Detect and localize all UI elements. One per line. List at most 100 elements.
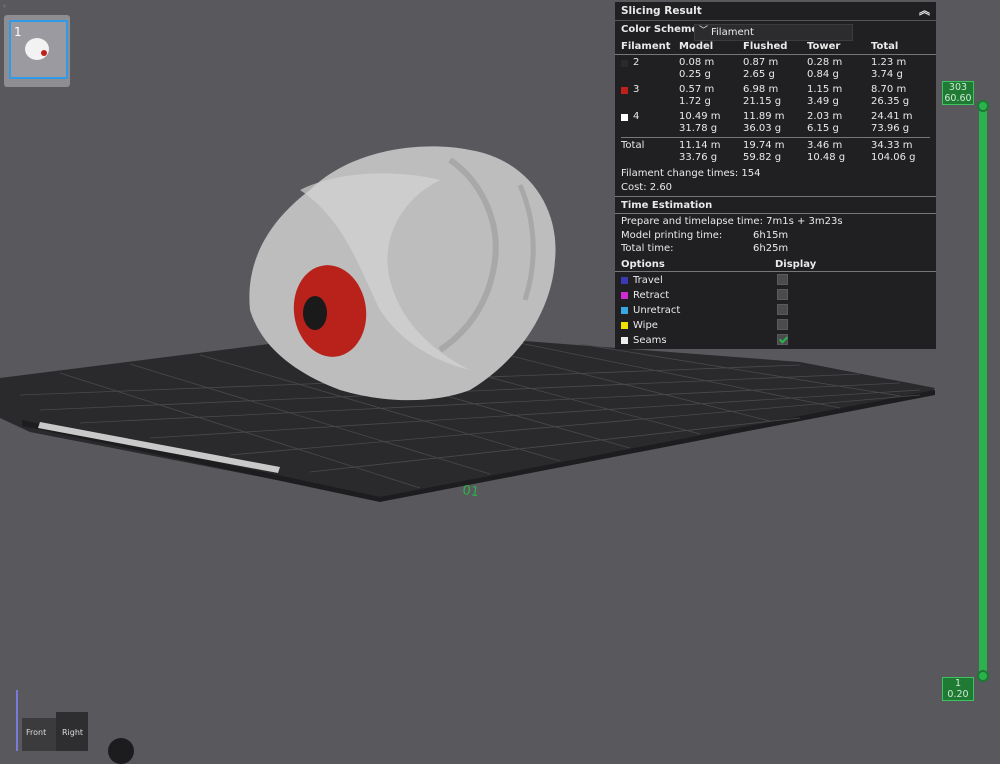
- filament-swatch: [621, 87, 628, 94]
- tower-weight: 6.15 g: [807, 123, 839, 134]
- total-length: 1.23 m: [871, 57, 907, 68]
- model-length: 10.49 m: [679, 111, 721, 122]
- color-scheme-label: Color Scheme: [621, 24, 699, 35]
- total-time-value: 6h25m: [753, 243, 789, 254]
- filament-change-times: Filament change times: 154: [621, 168, 761, 179]
- menu-dot[interactable]: ◦: [2, 2, 10, 11]
- panel-header: Slicing Result ︽: [615, 2, 936, 21]
- retract-swatch: [621, 292, 628, 299]
- chevron-down-icon: ﹀: [699, 26, 709, 36]
- options-label: Options: [621, 259, 665, 270]
- color-scheme-value: Filament: [711, 27, 754, 38]
- divider: [615, 54, 936, 55]
- model-length: 0.08 m: [679, 57, 715, 68]
- tower-length: 0.28 m: [807, 57, 843, 68]
- option-unretract-label: Unretract: [633, 305, 681, 316]
- flushed-weight: 2.65 g: [743, 69, 775, 80]
- color-scheme-select[interactable]: ﹀ Filament: [694, 24, 853, 41]
- total-flushed-weight: 59.82 g: [743, 152, 782, 163]
- total-weight: 26.35 g: [871, 96, 910, 107]
- tower-weight: 0.84 g: [807, 69, 839, 80]
- model-time-label: Model printing time:: [621, 230, 723, 241]
- total-model-weight: 33.76 g: [679, 152, 718, 163]
- right-face-label: Right: [62, 728, 84, 737]
- flushed-weight: 21.15 g: [743, 96, 782, 107]
- flushed-length: 6.98 m: [743, 84, 779, 95]
- total-weight: 73.96 g: [871, 123, 910, 134]
- camera-icon[interactable]: [108, 738, 134, 764]
- tower-length: 2.03 m: [807, 111, 843, 122]
- seams-swatch: [621, 337, 628, 344]
- top-layer-number: 303: [948, 82, 968, 93]
- header-model: Model: [679, 41, 714, 52]
- layer-slider-bottom-handle[interactable]: [977, 670, 989, 682]
- retract-checkbox[interactable]: [777, 289, 788, 300]
- flushed-weight: 36.03 g: [743, 123, 782, 134]
- plate-thumbnail[interactable]: 1: [4, 15, 70, 87]
- total-tower-weight: 10.48 g: [807, 152, 846, 163]
- option-travel-label: Travel: [633, 275, 663, 286]
- tower-length: 1.15 m: [807, 84, 843, 95]
- bottom-layer-number: 1: [954, 678, 962, 689]
- filament-id: 3: [633, 84, 640, 95]
- top-layer-label: 303 60.60: [942, 81, 974, 105]
- filament-swatch: [621, 114, 628, 121]
- cost: Cost: 2.60: [621, 182, 673, 193]
- wipe-swatch: [621, 322, 628, 329]
- travel-checkbox[interactable]: [777, 274, 788, 285]
- view-cube-right[interactable]: Right: [56, 712, 88, 751]
- time-estimation-title: Time Estimation: [621, 200, 713, 211]
- top-layer-height: 60.60: [944, 93, 972, 104]
- panel-title: Slicing Result: [621, 5, 702, 17]
- plate-number: 1: [14, 25, 22, 39]
- bottom-layer-height: 0.20: [947, 689, 969, 700]
- flushed-length: 0.87 m: [743, 57, 779, 68]
- header-total: Total: [871, 41, 899, 52]
- total-length: 24.41 m: [871, 111, 913, 122]
- total-weight: 3.74 g: [871, 69, 903, 80]
- z-axis-indicator: [16, 690, 18, 751]
- collapse-icon[interactable]: ︽: [919, 2, 930, 20]
- plate-number-mark: 01: [461, 483, 479, 500]
- header-filament: Filament: [621, 41, 671, 52]
- display-label: Display: [775, 259, 817, 270]
- divider: [615, 213, 936, 214]
- total-length: 8.70 m: [871, 84, 907, 95]
- seams-checkbox[interactable]: [777, 334, 788, 345]
- option-retract-label: Retract: [633, 290, 670, 301]
- travel-swatch: [621, 277, 628, 284]
- total-label: Total: [621, 140, 645, 151]
- wipe-checkbox[interactable]: [777, 319, 788, 330]
- total-model-length: 11.14 m: [679, 140, 721, 151]
- divider: [615, 196, 936, 197]
- divider: [621, 137, 930, 138]
- grand-total-length: 34.33 m: [871, 140, 913, 151]
- layer-slider-track[interactable]: [979, 105, 987, 677]
- divider: [615, 271, 936, 272]
- header-tower: Tower: [807, 41, 841, 52]
- layer-slider-top-handle[interactable]: [977, 100, 989, 112]
- unretract-swatch: [621, 307, 628, 314]
- view-cube-front[interactable]: Front: [22, 718, 56, 751]
- grand-total-weight: 104.06 g: [871, 152, 916, 163]
- model-weight: 31.78 g: [679, 123, 718, 134]
- model-weight: 0.25 g: [679, 69, 711, 80]
- model-length: 0.57 m: [679, 84, 715, 95]
- filament-swatch: [621, 60, 628, 67]
- front-face-label: Front: [26, 728, 47, 737]
- prepare-time: Prepare and timelapse time: 7m1s + 3m23s: [621, 216, 843, 227]
- total-time-label: Total time:: [621, 243, 674, 254]
- bottom-layer-label: 1 0.20: [942, 677, 974, 701]
- option-wipe-label: Wipe: [633, 320, 658, 331]
- option-seams-label: Seams: [633, 335, 667, 346]
- filament-id: 4: [633, 111, 640, 122]
- filament-id: 2: [633, 57, 640, 68]
- slicing-result-panel: Slicing Result ︽ Color Scheme ﹀ Filament…: [615, 2, 936, 349]
- flushed-length: 11.89 m: [743, 111, 785, 122]
- model-time-value: 6h15m: [753, 230, 789, 241]
- tower-weight: 3.49 g: [807, 96, 839, 107]
- model-weight: 1.72 g: [679, 96, 711, 107]
- unretract-checkbox[interactable]: [777, 304, 788, 315]
- total-flushed-length: 19.74 m: [743, 140, 785, 151]
- header-flushed: Flushed: [743, 41, 788, 52]
